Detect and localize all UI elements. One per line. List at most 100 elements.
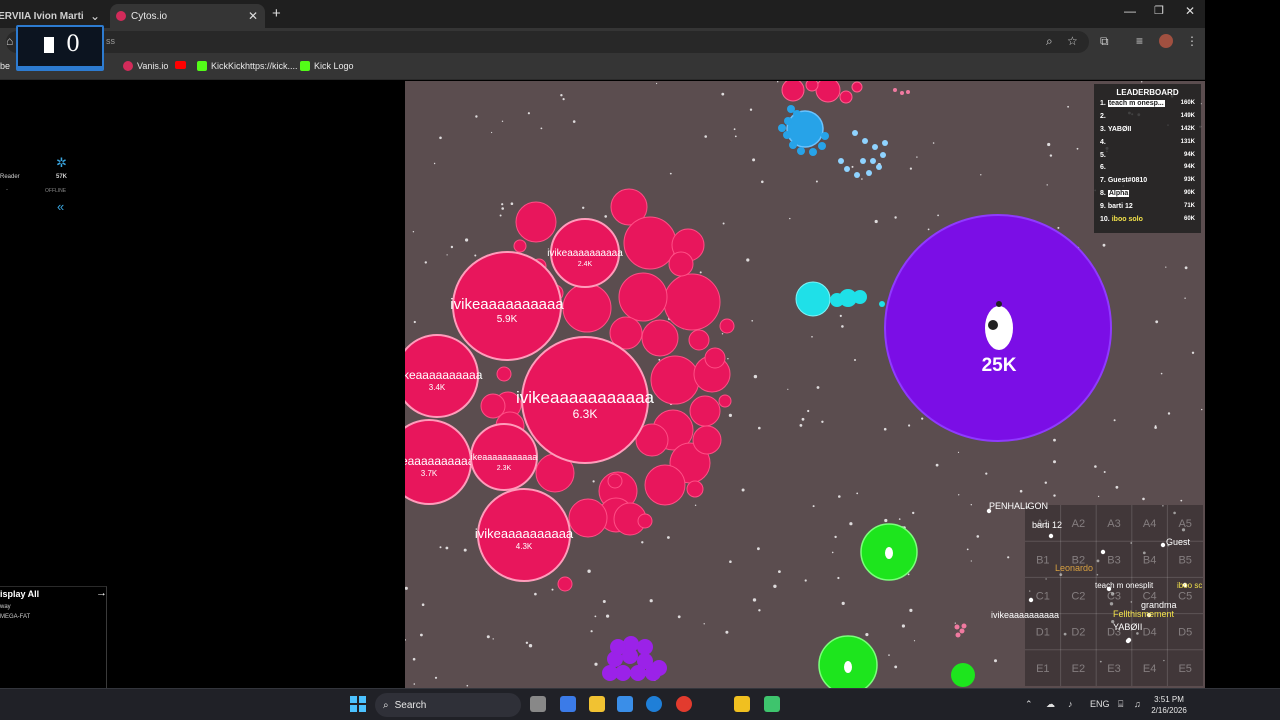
bookmark-youtube[interactable] [175, 61, 190, 69]
display-all-label[interactable]: isplay All [0, 589, 39, 599]
food-pellet [976, 535, 980, 538]
food-pellet [1201, 408, 1203, 411]
food-pellet [994, 659, 997, 663]
enemy-cell [862, 138, 868, 144]
minimap-cell-label: B1 [1036, 554, 1049, 566]
leaderboard-rank: 10. [1100, 216, 1110, 224]
list-item: MEGA-FAT [0, 614, 31, 620]
edge-icon[interactable] [646, 696, 662, 712]
enemy-cell [821, 132, 829, 140]
language-indicator[interactable]: ENG [1090, 699, 1110, 709]
minimap-cell-label: D2 [1071, 627, 1085, 639]
volume-icon[interactable]: ♫ [1134, 699, 1141, 709]
file-explorer-icon[interactable] [589, 696, 605, 712]
cytos-favicon-icon [116, 11, 126, 21]
food-pellet [729, 560, 732, 563]
minimize-icon[interactable]: — [1124, 4, 1136, 18]
enemy-cell [853, 290, 867, 304]
minimap-cell-label: D4 [1143, 627, 1157, 639]
app-icon[interactable] [734, 696, 750, 712]
tab-dropdown-icon[interactable]: ⌄ [90, 9, 100, 23]
player-mass-label: 5.9K [497, 314, 518, 325]
leaderboard-rank: 1. [1100, 100, 1106, 107]
leaderboard-name: 8. Alpha [1100, 190, 1130, 198]
vanis-icon [123, 61, 133, 71]
food-pellet [677, 615, 681, 619]
leaderboard-rank: 8. [1100, 190, 1106, 198]
app-icon[interactable] [764, 696, 780, 712]
media-icon[interactable]: ≡ [1136, 34, 1143, 48]
food-pellet [641, 541, 644, 544]
counter-bar-icon [44, 37, 54, 53]
extensions-icon[interactable]: ⧉ [1100, 34, 1109, 49]
cloud-icon[interactable]: ☁ [1046, 699, 1055, 710]
game-canvas[interactable]: 25Kivikeaaaaaaaaaa5.9Kivikeaaaaaaaaaa3.4… [405, 81, 1205, 688]
player-name-label: ivikeaaaaaaaaaa [547, 248, 623, 259]
maximize-icon[interactable]: ❐ [1154, 4, 1164, 17]
enemy-cell [906, 90, 910, 94]
bookmark-star-icon[interactable]: ☆ [1067, 34, 1078, 48]
food-pellet [851, 165, 854, 168]
minimap-player-name: YABØII [1113, 622, 1142, 632]
chrome-icon[interactable] [676, 696, 692, 712]
left-side-panel: ✲ Reader 57K - OFFLINE « isplay All → wa… [0, 81, 405, 688]
minimap-player-name: Guest [1166, 537, 1191, 547]
food-pellet [758, 609, 761, 612]
kick-icon [300, 61, 310, 71]
copilot-icon[interactable] [560, 696, 576, 712]
address-text: ss [106, 36, 115, 46]
food-pellet [728, 413, 732, 417]
new-tab-icon[interactable]: + [272, 5, 281, 22]
minimap-cell-label: C2 [1071, 591, 1085, 603]
bookmark-item[interactable]: be [0, 61, 10, 71]
tray-chevron-icon[interactable]: ⌃ [1025, 699, 1033, 710]
tab-cytos[interactable]: Cytos.io ✕ [110, 4, 265, 28]
food-pellet [594, 615, 597, 618]
collapse-icon[interactable]: « [57, 199, 64, 214]
menu-icon[interactable]: ⋮ [1186, 34, 1198, 48]
player-cell [623, 216, 677, 270]
food-pellet [658, 358, 661, 361]
food-pellet [439, 546, 442, 549]
enemy-cell [872, 144, 878, 150]
taskbar-search[interactable]: ⌕ Search [375, 693, 521, 717]
enemy-cell [805, 81, 819, 92]
minimap-cell-label: C5 [1178, 591, 1192, 603]
store-icon[interactable] [617, 696, 633, 712]
virus-icon: ✲ [56, 155, 67, 170]
clock[interactable]: 3:51 PM 2/16/2026 [1148, 694, 1190, 716]
close-tab-icon[interactable]: ✕ [248, 9, 258, 23]
profile-avatar[interactable] [1159, 34, 1173, 48]
arrow-right-icon[interactable]: → [96, 587, 107, 599]
home-icon[interactable]: ⌂ [6, 34, 13, 48]
zoom-icon[interactable]: ⌕ [1046, 34, 1053, 49]
minimap-cell-label: E3 [1107, 663, 1120, 675]
network-icon[interactable]: ⌸ [1118, 699, 1123, 710]
mic-icon[interactable]: ♪ [1068, 699, 1073, 709]
food-pellet [424, 261, 427, 264]
leaderboard-row: 4. 131K [1098, 138, 1197, 151]
food-pellet [894, 665, 898, 669]
player-cell [686, 480, 704, 498]
minimap-cell-label: A3 [1107, 518, 1120, 530]
bookmark-kick[interactable]: KickKickhttps://kick.... [197, 61, 298, 71]
food-pellet [901, 624, 905, 628]
food-pellet [749, 108, 753, 111]
close-window-icon[interactable]: ✕ [1185, 4, 1195, 18]
leaderboard-name: 5. [1100, 152, 1108, 159]
windows-start-icon[interactable] [350, 696, 366, 712]
food-pellet [725, 630, 729, 634]
address-bar[interactable]: ss ⌕ ☆ [6, 31, 1089, 53]
bookmark-vanis[interactable]: Vanis.io [123, 61, 168, 71]
tab-label: Cytos.io [131, 10, 168, 22]
food-pellet [445, 546, 449, 550]
player-cell [692, 425, 722, 455]
minimap-cell-label: A5 [1178, 518, 1191, 530]
bookmark-kick-logo[interactable]: Kick Logo [300, 61, 354, 71]
task-view-icon[interactable] [530, 696, 546, 712]
food-pellet [727, 358, 729, 360]
food-pellet [501, 203, 504, 206]
food-pellet [466, 684, 469, 687]
food-pellet [1053, 438, 1056, 442]
player-cell [719, 318, 735, 334]
